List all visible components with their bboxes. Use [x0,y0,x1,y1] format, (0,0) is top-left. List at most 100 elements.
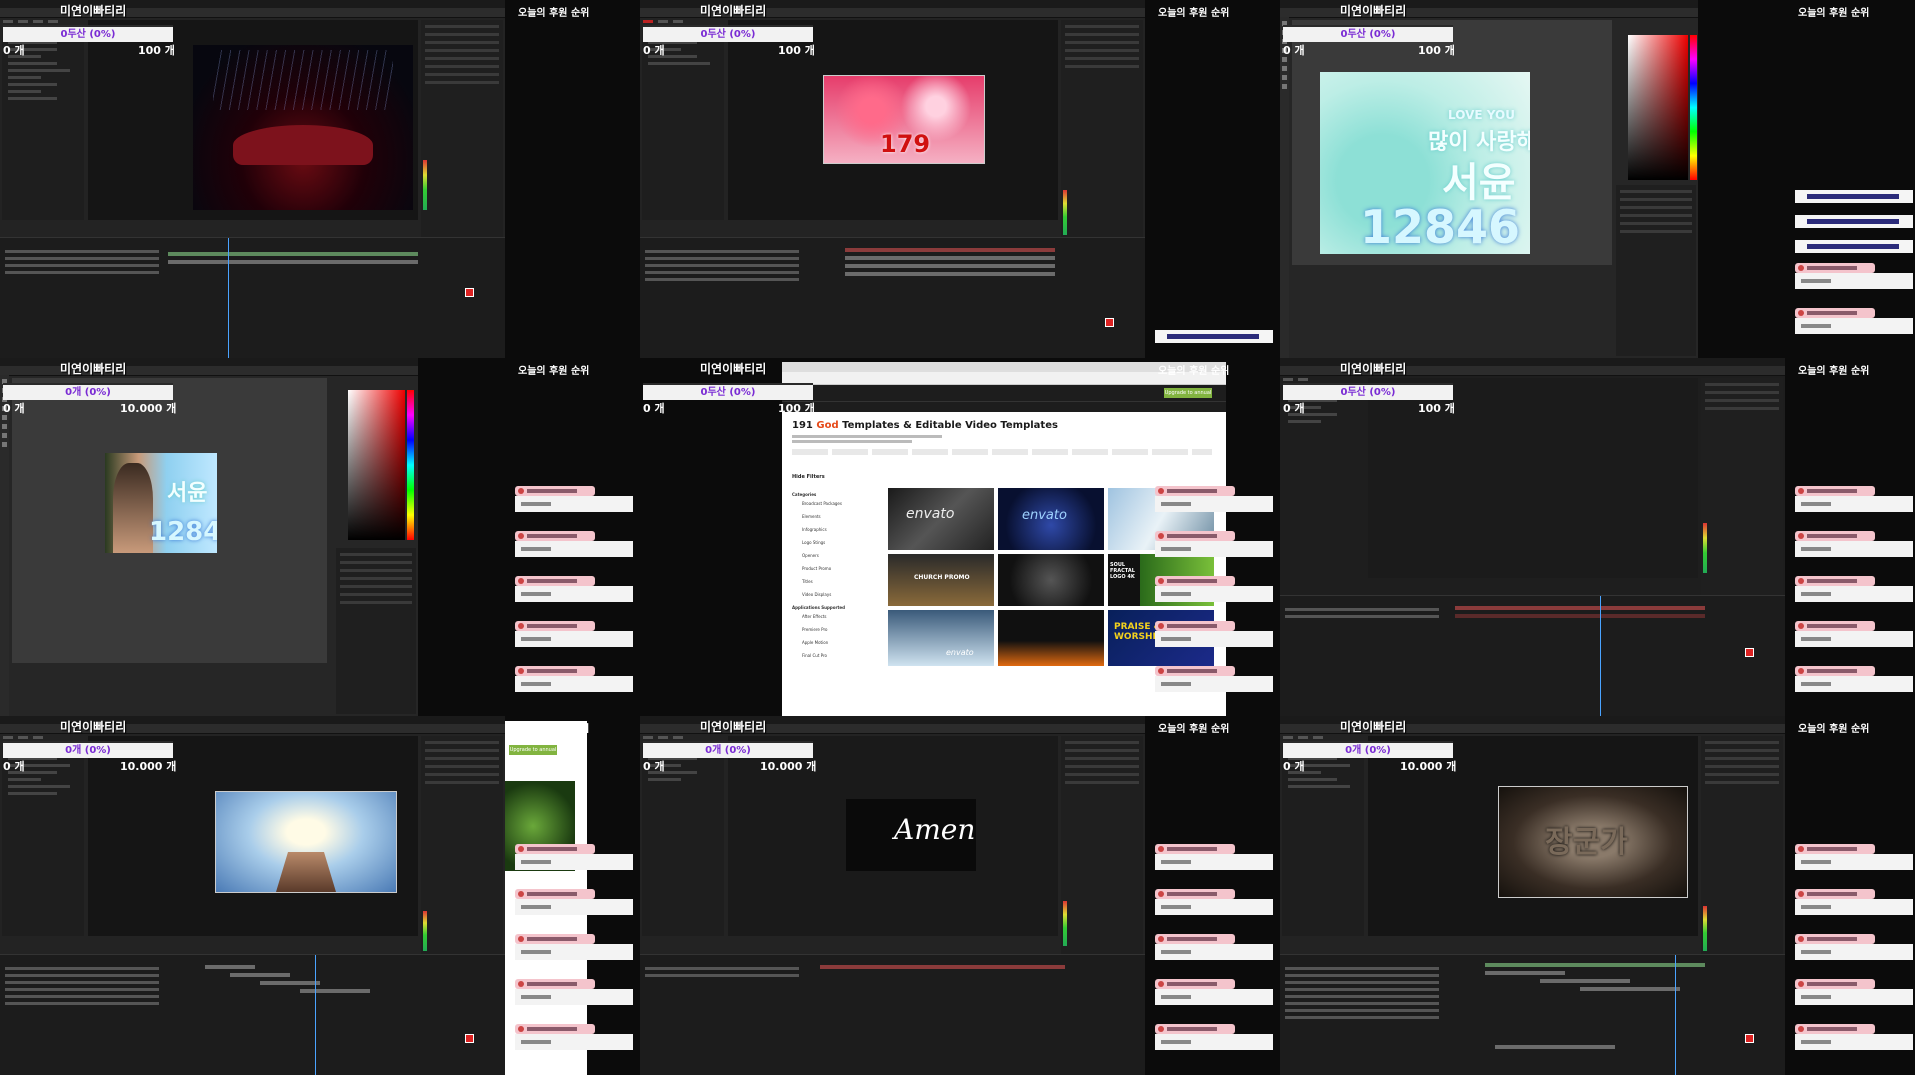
timeline-track[interactable] [820,965,1065,969]
layers-panel[interactable] [1616,185,1696,356]
goal-count-right: 100 개 [1418,44,1455,57]
color-swatch[interactable] [1105,318,1114,327]
document-canvas-area[interactable]: 서윤 12846 [12,378,327,663]
tile-ps-portrait: 서윤 12846 미연이빠티리 0개 (0%) 0 개 10.000 개 오늘의… [0,358,640,716]
color-picker-field[interactable] [1628,35,1688,180]
envato-nav[interactable]: Upgrade to annual [782,385,1226,401]
template-thumbnail[interactable]: envato [888,488,994,550]
project-panel[interactable] [1282,746,1364,936]
color-swatch[interactable] [465,1034,474,1043]
project-panel[interactable] [642,30,724,220]
timeline-track[interactable] [168,260,418,264]
donation-notice [1795,240,1913,253]
playhead[interactable] [228,238,229,358]
timeline-panel[interactable] [640,954,1145,1075]
timeline-track[interactable] [845,256,1055,260]
goal-progress-bar: 0개 (0%) [1283,741,1453,758]
audio-meter [1063,901,1067,946]
tools-panel[interactable] [0,375,9,716]
ranking-title: 오늘의 후원 순위 [1158,366,1230,377]
timeline-track[interactable] [845,264,1055,268]
template-thumbnail[interactable] [998,610,1104,666]
timeline-track[interactable] [300,989,370,993]
playhead[interactable] [1675,955,1676,1075]
template-thumbnail[interactable]: envato [998,488,1104,550]
project-panel[interactable] [2,746,84,936]
tile-ae-heaven: Upgrade to annual 미연이빠티리 0개 (0%) 0 개 10.… [0,716,640,1075]
upgrade-button[interactable]: Upgrade to annual [1164,388,1212,398]
timeline-track[interactable] [845,248,1055,252]
audio-meter [1703,906,1707,951]
goal-count-left: 0 개 [643,44,665,57]
color-picker-field[interactable] [348,390,405,540]
timeline-panel[interactable] [640,237,1145,358]
hue-slider[interactable] [1690,35,1697,180]
timeline-track[interactable] [1485,963,1705,967]
filter-chips[interactable] [792,449,1212,455]
timeline-track[interactable] [1540,979,1630,983]
timeline-panel[interactable] [0,954,505,1075]
template-thumbnail[interactable]: CHURCH PROMO [888,554,994,606]
ranking-title: 오늘의 후원 순위 [1158,724,1230,735]
canvas-number: 179 [880,130,931,158]
tile-ae-metal-title: 장군가 미연이빠티리 0개 (0%) 0 개 10.000 개 오늘의 후원 순… [1280,716,1915,1075]
timeline-panel[interactable] [0,237,505,358]
timeline-track[interactable] [1455,614,1705,618]
donation-message [1795,889,1913,915]
donation-message [515,531,633,557]
donation-message [1795,576,1913,602]
timeline-panel[interactable] [1280,954,1785,1075]
timeline-track[interactable] [205,965,255,969]
overlay-brand: 미연이빠티리 [60,362,127,376]
timeline-track[interactable] [1455,606,1705,610]
goal-progress-bar: 0개 (0%) [643,741,813,758]
overlay-brand: 미연이빠티리 [1340,362,1407,376]
goal-count-left: 0 개 [1283,402,1305,415]
color-swatch[interactable] [1745,1034,1754,1043]
goal-progress-bar: 0두산 (0%) [1283,383,1453,400]
donation-message [1155,889,1273,915]
donation-message [1155,1024,1273,1050]
donation-message [1155,621,1273,647]
timeline-track[interactable] [1495,1045,1615,1049]
color-swatch[interactable] [1745,648,1754,657]
ranking-title: 오늘의 후원 순위 [1798,724,1870,735]
layers-panel[interactable] [336,548,416,714]
timeline-track[interactable] [845,272,1055,276]
hue-slider[interactable] [407,390,414,540]
timeline-track[interactable] [1485,971,1565,975]
playhead[interactable] [1600,596,1601,716]
goal-count-left: 0 개 [1283,44,1305,57]
goal-count-right: 100 개 [778,44,815,57]
timeline-track[interactable] [168,252,418,256]
template-thumbnail[interactable] [998,554,1104,606]
search-bar[interactable] [782,401,1226,412]
tools-panel[interactable] [1280,17,1289,358]
project-panel[interactable] [642,746,724,936]
goal-count-left: 0 개 [3,760,25,773]
donation-message [1155,666,1273,692]
donation-message [1795,263,1913,289]
goal-count-right: 100 개 [778,402,815,415]
canvas-text-line: 12846 [149,517,217,547]
hide-filters-button[interactable]: Hide Filters [792,474,825,480]
donation-message [515,979,633,1005]
upgrade-button[interactable]: Upgrade to annual [509,745,557,755]
tile-ae-fireworks: 179 미연이빠티리 0두산 (0%) 0 개 100 개 오늘의 후원 순위 [640,0,1280,358]
donation-message [515,934,633,960]
template-thumbnail[interactable]: envato [888,610,994,666]
playhead[interactable] [315,955,316,1075]
color-swatch[interactable] [465,288,474,297]
category-filter-list[interactable]: Categories Broadcast Packages Elements I… [792,492,882,666]
donation-message [515,1024,633,1050]
project-panel[interactable] [2,30,84,220]
timeline-track[interactable] [230,973,290,977]
donation-message [1155,979,1273,1005]
goal-count-right: 10.000 개 [1400,760,1457,773]
timeline-track[interactable] [260,981,320,985]
after-effects-window [0,0,505,358]
overlay-brand: 미연이빠티리 [700,720,767,734]
timeline-panel[interactable] [1280,595,1785,716]
timeline-track[interactable] [1580,987,1680,991]
donation-message [1795,979,1913,1005]
